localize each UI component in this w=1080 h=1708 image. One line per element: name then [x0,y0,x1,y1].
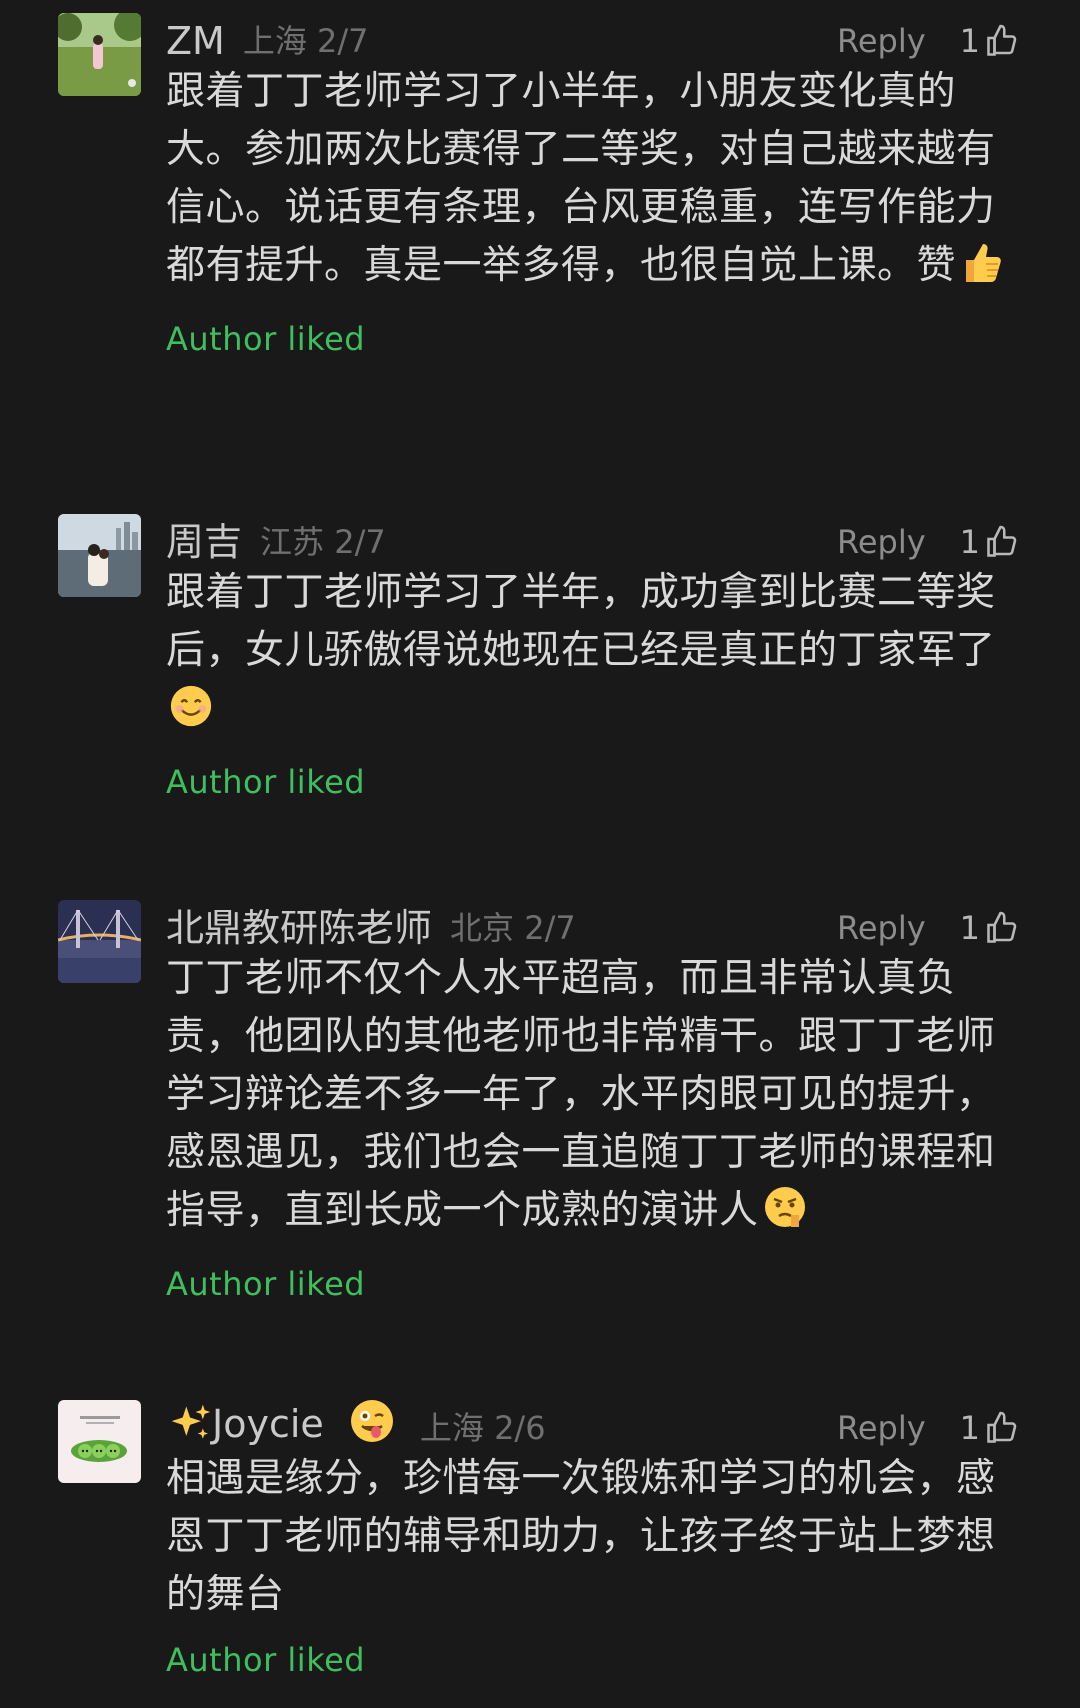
comment-location: 上海 [242,22,307,60]
comment-location: 江苏 [260,523,325,561]
smiling-face-emoji-icon [168,683,214,746]
avatar-photo-icon [58,900,141,983]
comment-date: 2/7 [317,22,369,60]
commenter-name-text: Joycie [212,1402,324,1446]
thumbs-up-icon [987,1411,1017,1443]
comment-text: 相遇是缘分，珍惜每一次锻炼和学习的机会，感恩丁丁老师的辅导和助力，让孩子终于站上… [166,1456,996,1617]
avatar[interactable] [58,13,141,96]
comment-meta: 上海 2/6 [420,1400,546,1456]
author-liked-badge: Author liked [166,1641,366,1679]
like-count: 1 [959,22,980,60]
author-liked-badge: Author liked [166,320,366,358]
thumbs-up-icon [987,24,1017,56]
comment-text: 跟着丁丁老师学习了小半年，小朋友变化真的大。参加两次比赛得了二等奖，对自己越来越… [166,69,996,288]
comment-meta: 江苏 2/7 [260,514,386,570]
comment-text: 跟着丁丁老师学习了半年，成功拿到比赛二等奖后，女儿骄傲得说她现在已经是真正的丁家… [166,570,996,673]
commenter-name[interactable]: ZM [166,13,225,69]
comment-body: 丁丁老师不仅个人水平超高，而且非常认真负责，他团队的其他老师也非常精干。跟丁丁老… [166,950,1006,1306]
like-count: 1 [959,1409,980,1447]
comment-location: 上海 [419,1409,484,1447]
comment-body: 跟着丁丁老师学习了小半年，小朋友变化真的大。参加两次比赛得了二等奖，对自己越来越… [166,63,1006,361]
like-button[interactable]: 1 [960,1409,1020,1447]
comment-body: 跟着丁丁老师学习了半年，成功拿到比赛二等奖后，女儿骄傲得说她现在已经是真正的丁家… [166,564,1006,804]
comment-date: 2/7 [524,909,576,947]
avatar[interactable] [58,514,141,597]
comment-date: 2/6 [494,1409,546,1447]
like-count: 1 [959,523,980,561]
determined-face-emoji-icon [761,1183,809,1248]
comment-date: 2/7 [334,523,386,561]
comment-location: 北京 [450,909,515,947]
avatar[interactable] [58,900,141,983]
like-button[interactable]: 1 [960,523,1020,561]
like-count: 1 [959,909,980,947]
reply-button[interactable]: Reply [837,1400,926,1456]
author-liked-badge: Author liked [166,1265,366,1303]
thumbs-up-emoji-icon [958,238,1006,303]
like-button[interactable]: 1 [960,909,1020,947]
comment-meta: 北京 2/7 [450,900,576,956]
thumbs-up-icon [987,525,1017,557]
like-button[interactable]: 1 [960,22,1020,60]
avatar-photo-icon [58,13,141,96]
comment-meta: 上海 2/7 [243,13,369,69]
avatar[interactable] [58,1400,141,1483]
thumbs-up-icon [987,911,1017,943]
reply-button[interactable]: Reply [837,900,926,956]
commenter-name[interactable]: 北鼎教研陈老师 [166,900,432,956]
commenter-name[interactable]: 周吉 [166,514,242,570]
reply-button[interactable]: Reply [837,13,926,69]
avatar-photo-icon [58,514,141,597]
reply-button[interactable]: Reply [837,514,926,570]
avatar-photo-icon [58,1400,141,1483]
comment-text: 丁丁老师不仅个人水平超高，而且非常认真负责，他团队的其他老师也非常精干。跟丁丁老… [166,956,996,1233]
author-liked-badge: Author liked [166,763,366,801]
comment-body: 相遇是缘分，珍惜每一次锻炼和学习的机会，感恩丁丁老师的辅导和助力，让孩子终于站上… [166,1450,1006,1682]
